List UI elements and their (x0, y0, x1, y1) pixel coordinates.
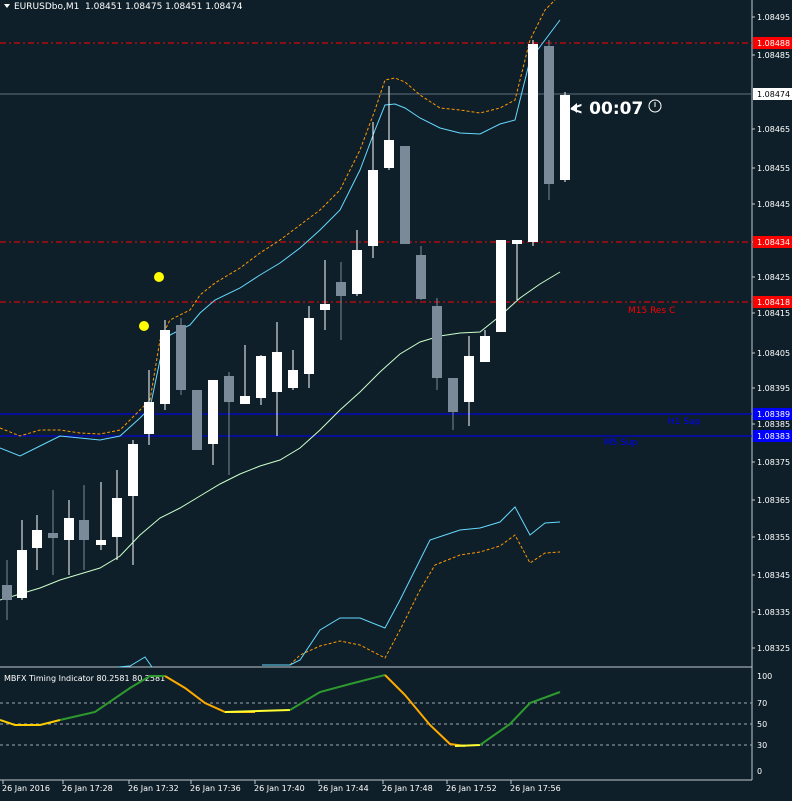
price-tick-label: 1.08415 (757, 309, 790, 318)
bull-candle[interactable] (464, 356, 474, 402)
res3-marker-text: 1.08418 (757, 298, 790, 307)
bear-candle[interactable] (224, 376, 234, 402)
price-tick-label: 1.08395 (757, 384, 790, 393)
signal-dot (139, 321, 149, 331)
price-tick-label: 1.08445 (757, 200, 790, 209)
bull-candle[interactable] (17, 550, 27, 598)
sup1-marker-text: 1.08389 (757, 410, 790, 419)
bull-candle[interactable] (256, 356, 266, 398)
bull-candle[interactable] (320, 304, 330, 310)
bull-candle[interactable] (64, 518, 74, 540)
price-tick-label: 1.08425 (757, 273, 790, 282)
bull-candle[interactable] (288, 370, 298, 388)
indicator-tick-label: 70 (757, 699, 767, 708)
lower-band-mid (262, 506, 561, 666)
indicator-axis: 100 70 50 30 0 (757, 672, 772, 776)
price-tick-label: 1.08335 (757, 608, 790, 617)
symbol-label: EURUSDbo,M1 (14, 2, 79, 12)
indicator-tick-label: 50 (757, 720, 767, 729)
bear-candle[interactable] (448, 378, 458, 412)
indicator-line-yellow (0, 719, 61, 726)
time-tick-label: 26 Jan 17:52 (446, 784, 497, 793)
indicator-tick-label: 0 (757, 767, 762, 776)
bear-candle[interactable] (544, 46, 554, 184)
price-tick-label: 1.08365 (757, 496, 790, 505)
current-price-text: 1.08474 (757, 90, 790, 99)
bull-candle[interactable] (160, 330, 170, 404)
bull-candle[interactable] (384, 140, 394, 168)
countdown-text: < 00:07 (569, 99, 643, 119)
lower-band-left (117, 656, 153, 668)
price-tick-label: 1.08405 (757, 349, 790, 358)
price-tick-label: 1.08375 (757, 458, 790, 467)
time-tick-label: 26 Jan 17:40 (254, 784, 305, 793)
trading-terminal-chart[interactable]: EURUSDbo,M1 1.08451 1.08475 1.08451 1.08… (0, 0, 792, 797)
price-tick-label: 1.08465 (757, 125, 790, 134)
bear-candle[interactable] (176, 325, 186, 390)
bull-candle[interactable] (304, 318, 314, 374)
time-axis: 26 Jan 2016 26 Jan 17:28 26 Jan 17:32 26 Ja… (2, 780, 561, 793)
time-tick-label: 26 Jan 17:56 (510, 784, 561, 793)
time-tick-label: 26 Jan 17:36 (190, 784, 241, 793)
bull-candle[interactable] (208, 380, 218, 444)
price-axis: 1.084951.084851.084651.084551.084451.084… (752, 13, 790, 653)
time-tick-label: 26 Jan 2016 (2, 784, 50, 793)
signal-dot (154, 272, 164, 282)
indicator-tick-label: 30 (757, 741, 767, 750)
lower-band-bottom (289, 534, 561, 666)
indicator-line-orange (164, 675, 255, 713)
bear-candle[interactable] (400, 146, 410, 244)
bull-candle[interactable] (352, 250, 362, 294)
indicator-line-green2 (289, 674, 386, 711)
bear-candle[interactable] (2, 585, 12, 600)
bear-candle[interactable] (416, 255, 426, 299)
indicator-line-orange2 (384, 674, 466, 747)
time-tick-label: 26 Jan 17:28 (62, 784, 113, 793)
triangle-down-icon[interactable] (4, 4, 10, 8)
price-tick-label: 1.08485 (757, 51, 790, 60)
price-tick-label: 1.08455 (757, 164, 790, 173)
m15-res-label: M15 Res C (628, 306, 675, 316)
price-tick-label: 1.08355 (757, 533, 790, 542)
price-tick-label: 1.08385 (757, 420, 790, 429)
bear-candle[interactable] (79, 520, 89, 540)
indicator-tick-label: 100 (757, 672, 772, 681)
ohlc-label: 1.08451 1.08475 1.08451 1.08474 (85, 2, 243, 12)
bull-candle[interactable] (512, 240, 522, 244)
bull-candle[interactable] (528, 44, 538, 242)
candlestick-series[interactable] (2, 40, 570, 620)
bear-candle[interactable] (48, 533, 58, 538)
bull-candle[interactable] (144, 402, 154, 434)
bull-candle[interactable] (480, 336, 490, 362)
bull-candle[interactable] (32, 530, 42, 548)
bear-candle[interactable] (432, 306, 442, 378)
res2-marker-text: 1.08434 (757, 238, 790, 247)
price-tick-label: 1.08345 (757, 571, 790, 580)
price-tick-label: 1.08495 (757, 13, 790, 22)
bull-candle[interactable] (128, 444, 138, 496)
bull-candle[interactable] (240, 396, 250, 404)
bull-candle[interactable] (368, 170, 378, 246)
bull-candle[interactable] (112, 498, 122, 537)
bull-candle[interactable] (96, 540, 106, 545)
time-tick-label: 26 Jan 17:32 (128, 784, 179, 793)
time-tick-label: 26 Jan 17:44 (318, 784, 369, 793)
indicator-line-green3 (479, 691, 561, 746)
chart-canvas[interactable]: EURUSDbo,M1 1.08451 1.08475 1.08451 1.08… (0, 0, 792, 797)
indicator-line-yellow2 (224, 709, 291, 713)
indicator-line-yellow3 (454, 744, 481, 747)
m5-sup-label: M5 Sup (604, 438, 638, 448)
bull-candle[interactable] (272, 352, 282, 392)
res1-marker-text: 1.08488 (757, 39, 790, 48)
sup2-marker-text: 1.08383 (757, 432, 790, 441)
price-markers: 1.08488 1.08474 1.08434 1.08418 1.08389 … (753, 37, 792, 442)
bear-candle[interactable] (336, 282, 346, 296)
time-tick-label: 26 Jan 17:48 (382, 784, 433, 793)
bull-candle[interactable] (496, 240, 506, 332)
h1-sup-label: H1 Sup (668, 417, 701, 427)
bear-candle[interactable] (192, 390, 202, 450)
price-tick-label: 1.08325 (757, 644, 790, 653)
